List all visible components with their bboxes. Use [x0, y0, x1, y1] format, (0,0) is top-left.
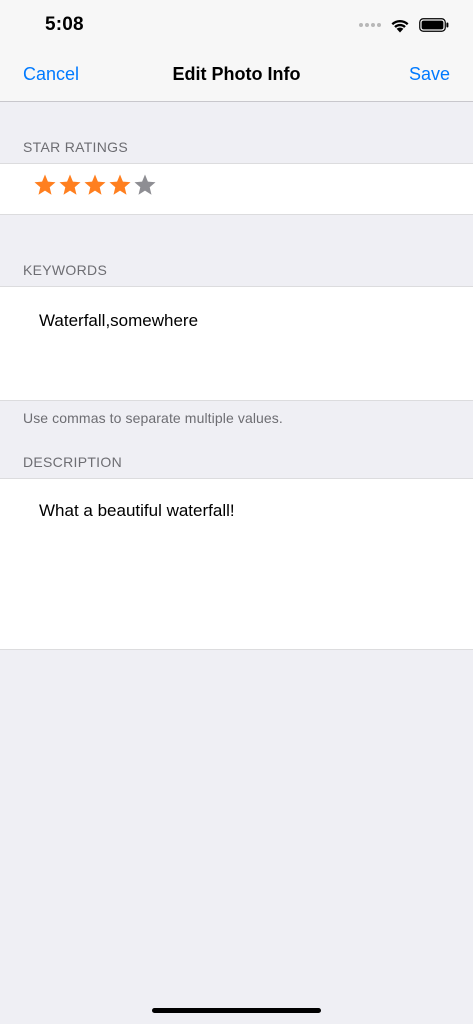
keywords-value[interactable]: Waterfall,somewhere	[39, 311, 198, 331]
keywords-hint: Use commas to separate multiple values.	[23, 410, 283, 426]
star-rating-cell	[0, 163, 473, 215]
star-icon[interactable]	[83, 173, 107, 197]
battery-icon	[419, 18, 449, 32]
navigation-bar: Cancel Edit Photo Info Save	[0, 50, 473, 102]
status-bar: 5:08	[0, 0, 473, 50]
star-icon[interactable]	[58, 173, 82, 197]
home-indicator[interactable]	[152, 1008, 321, 1013]
wifi-icon	[391, 19, 409, 32]
status-icons	[359, 14, 449, 36]
keywords-field[interactable]: Waterfall,somewhere	[0, 286, 473, 401]
save-button[interactable]: Save	[409, 64, 450, 85]
page-title: Edit Photo Info	[172, 64, 301, 84]
description-value[interactable]: What a beautiful waterfall!	[39, 501, 235, 521]
keywords-header: KEYWORDS	[23, 262, 108, 278]
signal-icon	[359, 23, 381, 27]
star-icon[interactable]	[108, 173, 132, 197]
star-icon[interactable]	[133, 173, 157, 197]
description-header: DESCRIPTION	[23, 454, 122, 470]
star-rating-control[interactable]	[33, 173, 157, 197]
status-time: 5:08	[45, 14, 84, 35]
star-ratings-header: STAR RATINGS	[23, 139, 128, 155]
star-icon[interactable]	[33, 173, 57, 197]
description-field[interactable]: What a beautiful waterfall!	[0, 478, 473, 650]
